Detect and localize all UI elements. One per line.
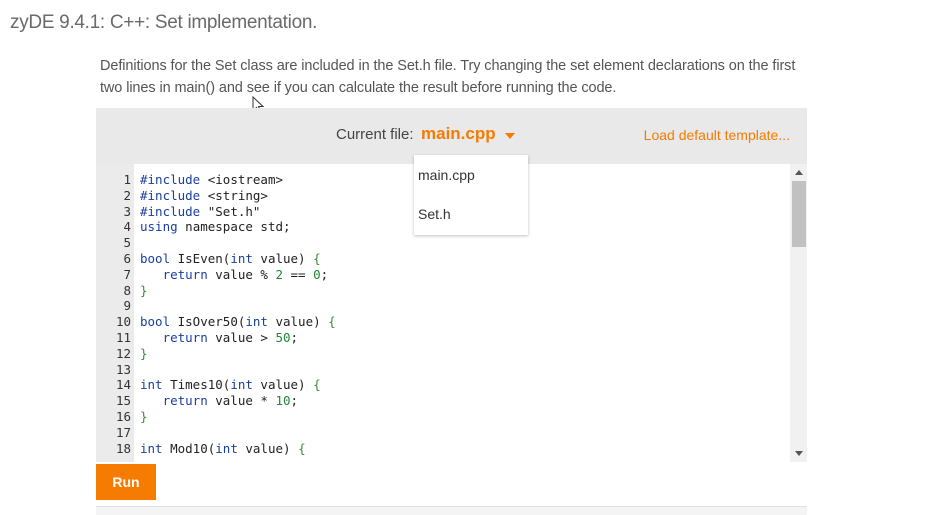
code-line[interactable]: 18 int Mod10(int value) { [96,441,786,457]
code-text[interactable]: #include <string> [140,188,268,204]
code-text[interactable]: bool IsEven(int value) { [140,251,321,267]
code-text[interactable]: #include "Set.h" [140,204,260,220]
code-text[interactable]: return value * 10; [140,393,298,409]
file-menu-item-set-h[interactable]: Set.h [418,206,451,222]
code-line[interactable]: 13 [96,362,786,378]
code-line[interactable]: 9 [96,298,786,314]
output-panel [96,506,807,515]
current-file-label: Current file: [336,126,414,143]
code-line[interactable]: 15 return value * 10; [96,393,786,409]
code-line[interactable]: 14 int Times10(int value) { [96,377,786,393]
line-number: 4 [123,219,131,235]
line-number: 6 [123,250,131,266]
code-text[interactable]: return value > 50; [140,330,298,346]
page-title: zyDE 9.4.1: C++: Set implementation. [10,12,318,33]
code-line[interactable]: 17 [96,425,786,441]
instructions: Definitions for the Set class are includ… [100,55,860,99]
code-text[interactable]: int Times10(int value) { [140,377,321,393]
run-button[interactable]: Run [96,464,156,500]
code-line[interactable]: 8} [96,283,786,299]
line-number: 17 [115,424,131,440]
scrollbar-thumb[interactable] [792,181,806,247]
line-number: 18 [115,440,131,456]
line-number: 10 [115,314,131,330]
code-text[interactable]: } [140,346,148,362]
line-number: 8 [123,282,131,298]
code-line[interactable]: 7 return value % 2 == 0; [96,267,786,283]
instructions-line-2: two lines in main() and see if you can c… [100,80,617,96]
code-text[interactable]: } [140,409,148,425]
editor-scrollbar[interactable] [790,164,807,462]
chevron-down-icon[interactable] [505,133,515,139]
code-text[interactable]: #include <iostream> [140,172,283,188]
code-text[interactable]: } [140,283,148,299]
line-number: 11 [115,329,131,345]
line-number: 1 [123,172,131,187]
line-number: 15 [115,393,131,409]
code-line[interactable]: 6 bool IsEven(int value) { [96,251,786,267]
line-number: 2 [123,187,131,203]
scroll-up-icon[interactable] [795,170,803,175]
load-default-template-link[interactable]: Load default template... [644,127,790,143]
code-text[interactable]: int Mod10(int value) { [140,441,306,457]
code-line[interactable]: 5 [96,235,786,251]
code-line[interactable]: 10 bool IsOver50(int value) { [96,314,786,330]
line-number: 9 [123,298,131,314]
line-number: 3 [123,203,131,219]
file-dropdown-menu: main.cpp Set.h [414,155,528,235]
line-number: 13 [115,361,131,377]
line-number: 16 [115,408,131,424]
current-file-select[interactable]: main.cpp [421,124,496,144]
code-line[interactable]: 11 return value > 50; [96,330,786,346]
line-number: 14 [115,377,131,393]
instructions-line-1: Definitions for the Set class are includ… [100,58,796,74]
code-line[interactable]: 16} [96,409,786,425]
line-number: 12 [115,345,131,361]
code-line[interactable]: 12} [96,346,786,362]
line-number: 7 [123,266,131,282]
file-menu-item-main[interactable]: main.cpp [418,167,475,183]
line-number: 5 [123,235,131,251]
code-text[interactable]: bool IsOver50(int value) { [140,314,336,330]
scroll-down-icon[interactable] [795,451,803,456]
code-text[interactable]: return value % 2 == 0; [140,267,329,283]
code-text[interactable]: using namespace std; [140,219,291,235]
